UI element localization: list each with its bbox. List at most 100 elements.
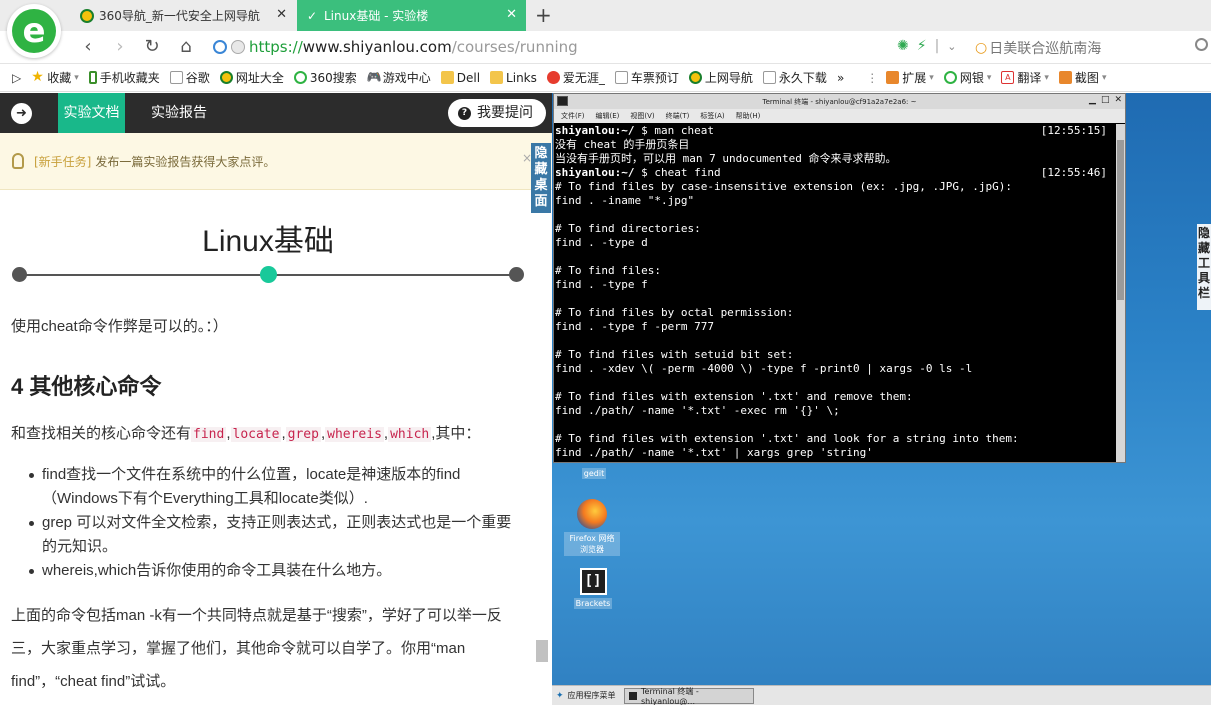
terminal-output[interactable]: shiyanlou:~/ $ man cheat [12:55:15] 没有 che…: [555, 124, 1115, 462]
more-menu-icon[interactable]: ⋮: [866, 71, 878, 85]
search-icon[interactable]: [1195, 38, 1208, 51]
tool-translate[interactable]: A 翻译 ▾: [1001, 69, 1049, 86]
back-arrow-icon[interactable]: ‹: [78, 36, 98, 58]
gamepad-icon: 🎮: [366, 70, 382, 84]
terminal-window[interactable]: Terminal 终端 - shiyanlou@cf91a2a7e2a6: ~ …: [553, 93, 1126, 463]
terminal-line: # To find files with setuid bit set:: [555, 348, 794, 361]
address-bar[interactable]: https:// www.shiyanlou.com /courses/runn…: [213, 34, 893, 60]
back-arrow-icon[interactable]: ➜: [11, 103, 32, 124]
bookmark-favorites[interactable]: ★ 收藏 ▾: [31, 69, 79, 86]
chevron-down-icon[interactable]: ⌄: [947, 40, 956, 53]
menu-file[interactable]: 文件(F): [561, 111, 585, 121]
terminal-scrollbar[interactable]: [1116, 124, 1125, 462]
notice-text[interactable]: 发布一篇实验报告获得大家点评。: [95, 153, 275, 170]
news-ticker[interactable]: 日美联合巡航南海: [989, 38, 1101, 58]
xfce-mouse-icon: ✦: [556, 690, 564, 701]
window-controls: ▁ □ ✕: [1089, 95, 1122, 105]
hide-toolbar-button[interactable]: 隐藏工具栏: [1197, 224, 1211, 310]
chevron-down-icon: ▾: [929, 72, 934, 83]
site-info-icon[interactable]: [231, 40, 245, 54]
desktop-icon-label: gedit: [581, 468, 607, 479]
bookmark-360-search[interactable]: 360搜索: [293, 69, 357, 86]
tab-lab-report[interactable]: 实验报告: [151, 93, 207, 133]
bookmark-links[interactable]: Links: [490, 71, 537, 85]
tab-360-navigation[interactable]: 360导航_新一代安全上网导航 ✕: [72, 0, 296, 31]
scrollbar-thumb[interactable]: [1117, 140, 1124, 300]
lab-header: ➜ 实验文档 实验报告 ? 我要提问: [0, 93, 552, 143]
browser-logo-icon[interactable]: e: [7, 4, 61, 58]
bookmark-train-tickets[interactable]: 车票预订: [614, 69, 679, 86]
bookmark-permanent-download[interactable]: 永久下载: [762, 69, 827, 86]
maximize-icon[interactable]: □: [1101, 95, 1110, 105]
desktop-taskbar: ✦ 应用程序菜单 Terminal 终端 - shiyanlou@...: [552, 685, 1211, 705]
terminal-line: # To find directories:: [555, 222, 701, 235]
close-icon[interactable]: ✕: [1114, 95, 1122, 105]
terminal-titlebar[interactable]: Terminal 终端 - shiyanlou@cf91a2a7e2a6: ~ …: [554, 94, 1125, 109]
tool-online-banking[interactable]: 网银 ▾: [943, 69, 991, 86]
desktop-icon-gedit[interactable]: gedit: [564, 468, 624, 479]
sidebar-toggle-icon[interactable]: ▷: [12, 71, 21, 85]
terminal-line: # To find files by octal permission:: [555, 306, 794, 319]
address-bar-tools: ✺ ⚡ | ⌄: [897, 38, 957, 54]
applications-menu-button[interactable]: ✦ 应用程序菜单: [552, 688, 620, 704]
tool-extensions[interactable]: 扩展 ▾: [886, 69, 934, 86]
terminal-icon: [557, 96, 568, 106]
terminal-menubar: 文件(F) 编辑(E) 视图(V) 终端(T) 标签(A) 帮助(H): [554, 109, 1125, 123]
minimize-icon[interactable]: ▁: [1089, 95, 1096, 105]
new-tab-button[interactable]: +: [535, 4, 552, 26]
scrollbar-thumb[interactable]: [536, 640, 548, 662]
search-input[interactable]: ○ 日美联合巡航南海: [975, 37, 1210, 59]
ask-question-button[interactable]: ? 我要提问: [448, 99, 546, 127]
terminal-line: find . -xdev \( -perm -4000 \) -type f -…: [555, 362, 973, 375]
terminal-line: find . -type f -perm 777: [555, 320, 714, 333]
question-icon: ?: [458, 106, 471, 120]
bookmark-google[interactable]: 谷歌: [169, 69, 210, 86]
bookmark-mobile[interactable]: 手机收藏夹: [88, 69, 160, 86]
brackets-icon: []: [579, 568, 607, 595]
tab-lab-docs[interactable]: 实验文档: [58, 93, 125, 143]
bookmark-web-navigation[interactable]: 上网导航: [688, 69, 753, 86]
shell-command: $ man cheat: [634, 124, 714, 137]
lightning-icon[interactable]: ⚡: [917, 38, 927, 54]
menu-terminal[interactable]: 终端(T): [666, 111, 690, 121]
remote-desktop[interactable]: Terminal 终端 - shiyanlou@cf91a2a7e2a6: ~ …: [552, 93, 1211, 705]
taskbar-terminal-button[interactable]: Terminal 终端 - shiyanlou@...: [623, 687, 754, 705]
bookmark-aiwuya[interactable]: 爱无涯_: [546, 69, 605, 86]
star-icon: ★: [31, 69, 44, 85]
progress-step-1[interactable]: [12, 267, 27, 282]
bookmark-url-directory[interactable]: 网址大全: [219, 69, 284, 86]
more-bookmarks-button[interactable]: »: [837, 71, 844, 85]
reload-icon[interactable]: ↻: [142, 36, 162, 58]
inline-code: which: [388, 427, 432, 442]
tool-screenshot[interactable]: 截图 ▾: [1058, 69, 1106, 86]
desktop-icon-firefox[interactable]: Firefox 网络浏览器: [562, 499, 622, 556]
bookmark-bar: ▷ ★ 收藏 ▾ 手机收藏夹 谷歌 网址大全 360搜索 🎮 游戏中心 Dell Li…: [0, 64, 1211, 92]
menu-tabs[interactable]: 标签(A): [700, 111, 724, 121]
terminal-line: 没有 cheat 的手册页条目: [555, 138, 690, 151]
tab-linux-basics[interactable]: ✓ Linux基础 - 实验楼 ✕: [297, 0, 526, 31]
forward-arrow-icon[interactable]: ›: [110, 36, 130, 58]
navigation-bar: ‹ › ↻ ⌂ https:// www.shiyanlou.com /cour…: [0, 31, 1211, 64]
menu-help[interactable]: 帮助(H): [736, 111, 761, 121]
menu-edit[interactable]: 编辑(E): [596, 111, 620, 121]
close-icon[interactable]: ✕: [506, 8, 517, 22]
menu-view[interactable]: 视图(V): [630, 111, 654, 121]
progress-step-3[interactable]: [509, 267, 524, 282]
progress-step-2-current[interactable]: [260, 266, 277, 283]
home-icon[interactable]: ⌂: [176, 36, 196, 58]
terminal-line: find . -type d: [555, 236, 648, 249]
security-shield-icon[interactable]: [213, 40, 227, 54]
hide-desktop-button[interactable]: 隐藏桌面: [531, 143, 551, 213]
bookmark-dell[interactable]: Dell: [440, 71, 480, 85]
lightbulb-icon: [12, 153, 24, 169]
terminal-line: # To find files with extension '.txt' an…: [555, 390, 913, 403]
bookmark-game-center[interactable]: 🎮 游戏中心: [367, 69, 431, 86]
desktop-icon-label: Firefox 网络浏览器: [564, 532, 620, 556]
tab-label: Linux基础 - 实验楼: [324, 9, 429, 23]
desktop-icon-brackets[interactable]: [] Brackets: [563, 568, 623, 609]
close-icon[interactable]: ✕: [276, 8, 287, 22]
refresh-mode-icon[interactable]: ✺: [897, 38, 909, 54]
